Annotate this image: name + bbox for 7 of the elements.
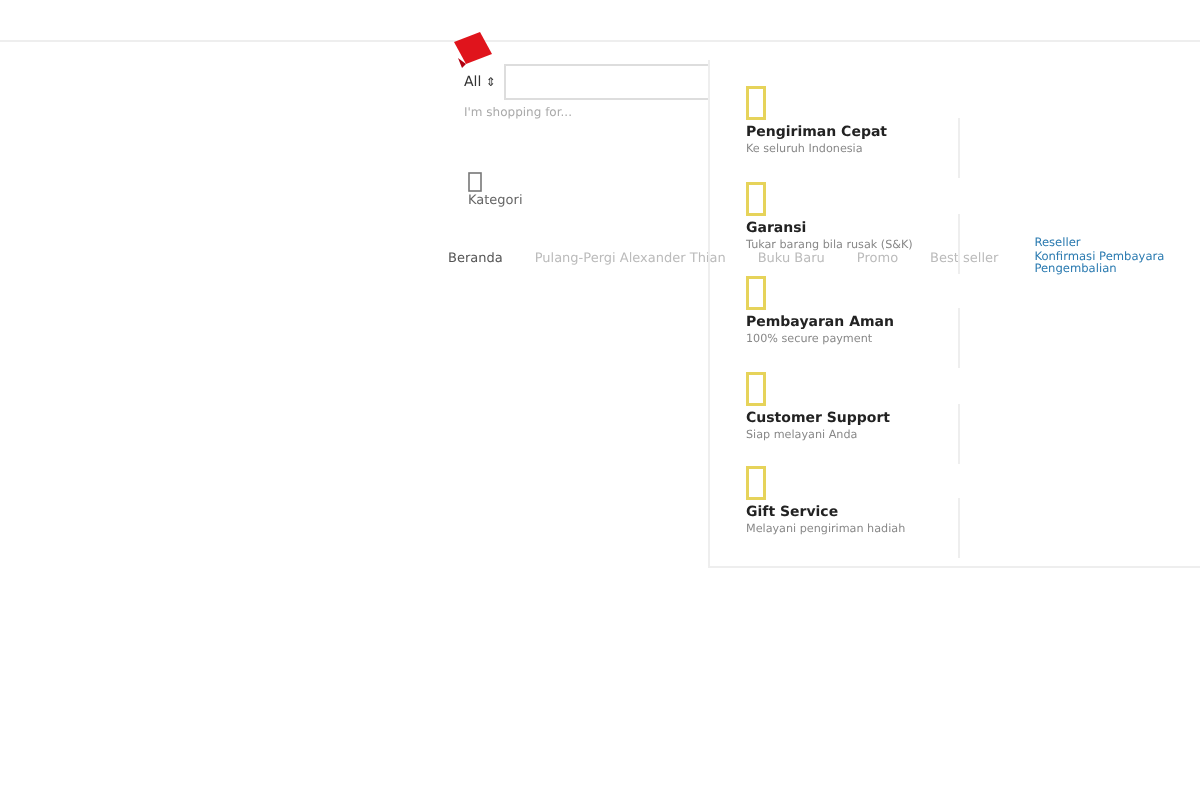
missing-glyph-icon xyxy=(746,466,766,500)
missing-glyph-icon xyxy=(746,276,766,310)
book-logo-icon[interactable] xyxy=(452,30,496,70)
missing-glyph-icon xyxy=(746,181,766,215)
missing-glyph-icon xyxy=(746,371,766,405)
missing-glyph-icon[interactable] xyxy=(468,172,482,192)
missing-glyph-icon xyxy=(746,86,766,120)
